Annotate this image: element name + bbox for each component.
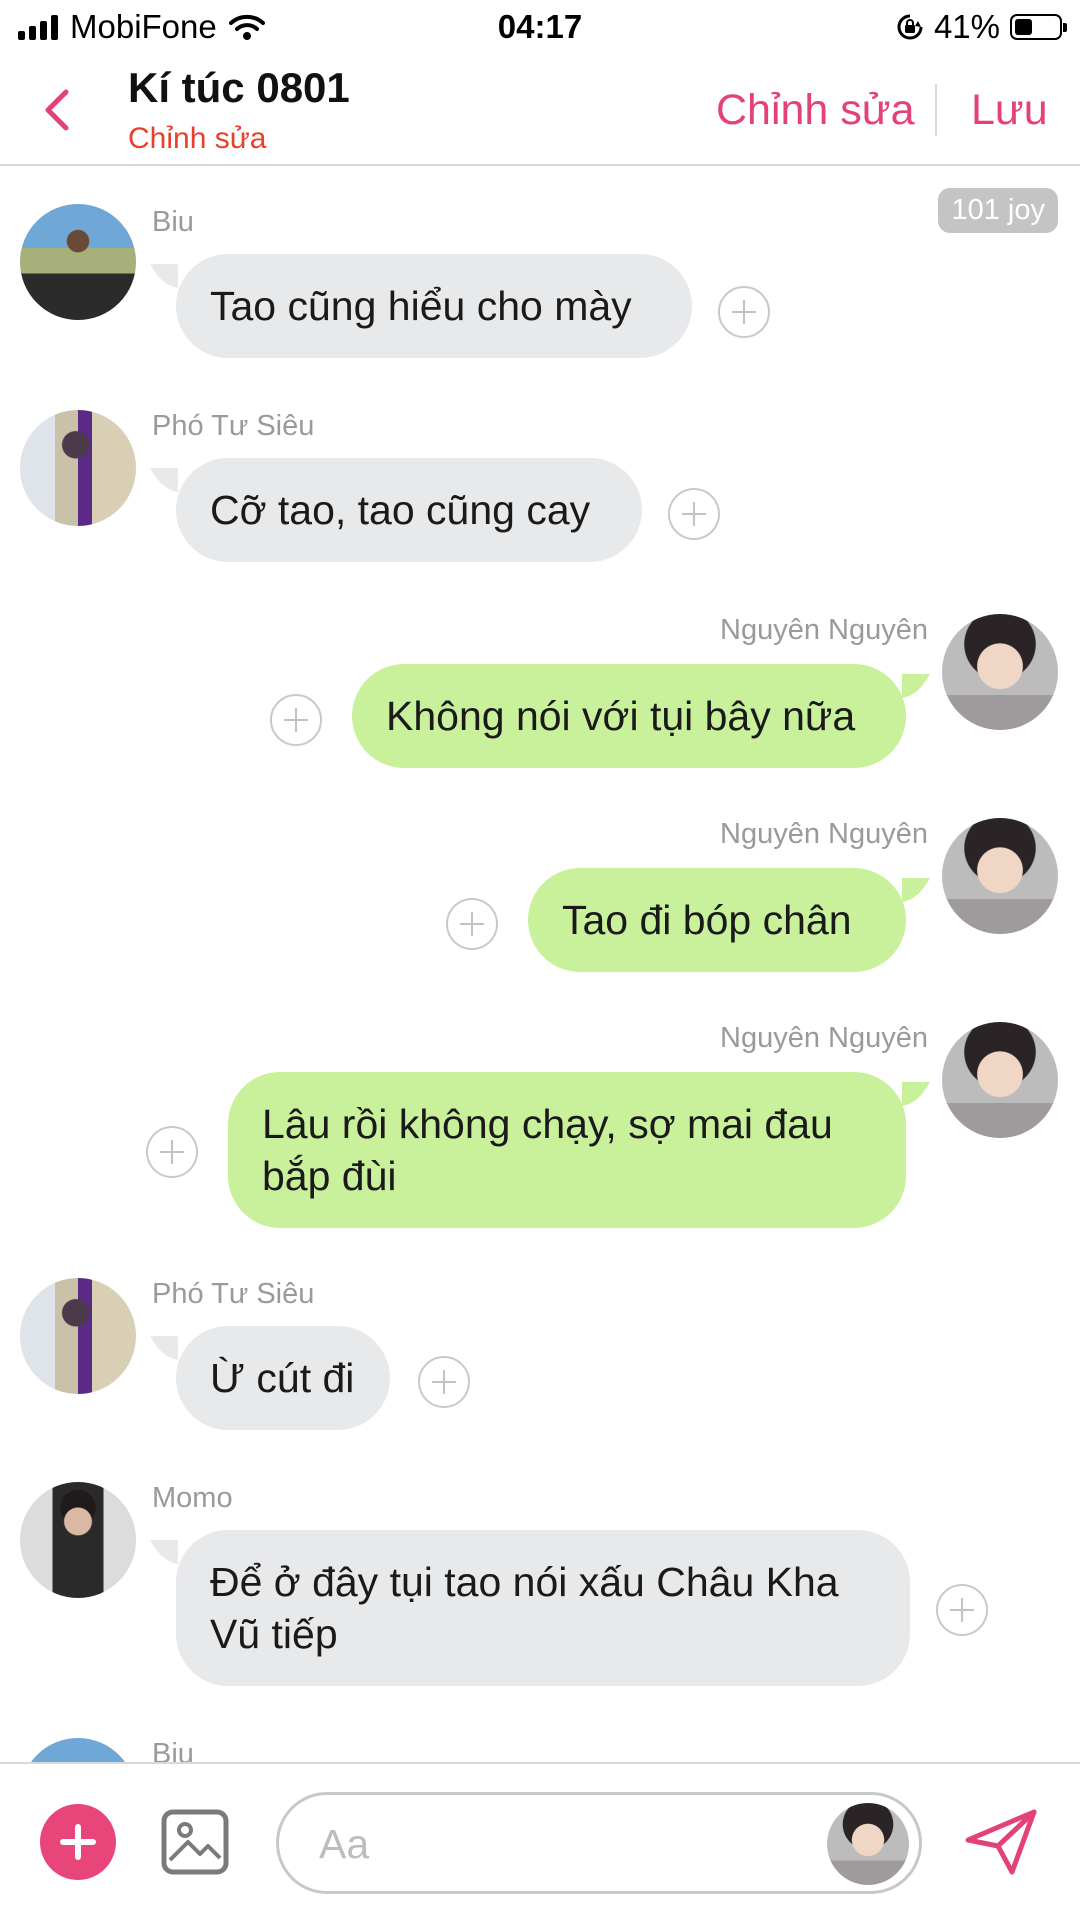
status-bar: MobiFone 04:17 41%	[0, 0, 1080, 56]
sender-name: Momo	[152, 1482, 233, 1514]
chat-subtitle[interactable]: Chỉnh sửa	[128, 122, 267, 156]
chat-header: Kí túc 0801 Chỉnh sửa Chỉnh sửa Lưu	[0, 56, 1080, 166]
image-icon[interactable]	[160, 1808, 230, 1876]
send-icon[interactable]	[964, 1808, 1038, 1876]
battery-icon	[1010, 14, 1067, 40]
composer-bar	[0, 1762, 1080, 1920]
rotation-lock-icon	[897, 14, 923, 40]
sender-name: Biu	[152, 206, 194, 238]
message-bubble[interactable]: Tao đi bóp chân	[528, 868, 906, 972]
sender-name: Biu	[152, 1738, 194, 1762]
bubble-tail	[150, 468, 178, 492]
react-plus-button[interactable]	[718, 286, 770, 338]
sender-name: Phó Tư Siêu	[152, 1278, 315, 1310]
react-plus-button[interactable]	[668, 488, 720, 540]
bubble-tail	[150, 1540, 178, 1564]
status-right: 41%	[896, 8, 1067, 46]
avatar[interactable]	[20, 204, 136, 320]
message-input-field[interactable]	[276, 1792, 922, 1894]
message-input[interactable]	[317, 1817, 781, 1871]
avatar[interactable]	[20, 1738, 136, 1762]
sender-name: Nguyên Nguyên	[720, 818, 928, 850]
header-divider	[935, 84, 937, 136]
bubble-tail	[902, 1082, 930, 1106]
avatar[interactable]	[942, 818, 1058, 934]
back-chevron-icon[interactable]	[34, 80, 84, 140]
react-plus-button[interactable]	[270, 694, 322, 746]
joy-badge: 101 joy	[938, 188, 1058, 233]
avatar[interactable]	[20, 1278, 136, 1394]
react-plus-button[interactable]	[936, 1584, 988, 1636]
avatar[interactable]	[20, 410, 136, 526]
chat-title: Kí túc 0801	[128, 64, 350, 111]
bubble-tail	[902, 674, 930, 698]
save-button[interactable]: Lưu	[971, 86, 1048, 135]
react-plus-button[interactable]	[418, 1356, 470, 1408]
sender-name: Phó Tư Siêu	[152, 410, 315, 442]
edit-button[interactable]: Chỉnh sửa	[716, 86, 915, 135]
bubble-tail	[150, 1336, 178, 1360]
message-bubble[interactable]: Ừ cút đi	[176, 1326, 390, 1430]
bubble-tail	[150, 264, 178, 288]
avatar[interactable]	[20, 1482, 136, 1598]
message-bubble[interactable]: Không nói với tụi bây nữa	[352, 664, 906, 768]
react-plus-button[interactable]	[146, 1126, 198, 1178]
battery-percent: 41%	[933, 8, 1000, 45]
message-bubble[interactable]: Cỡ tao, tao cũng cay	[176, 458, 642, 562]
message-bubble[interactable]: Tao cũng hiểu cho mày	[176, 254, 692, 358]
bubble-tail	[902, 878, 930, 902]
react-plus-button[interactable]	[446, 898, 498, 950]
add-button[interactable]	[40, 1804, 116, 1880]
avatar[interactable]	[827, 1803, 909, 1885]
chat-area[interactable]: 101 joy Biu Tao cũng hiểu cho mày Phó Tư…	[0, 166, 1080, 1762]
sender-name: Nguyên Nguyên	[720, 614, 928, 646]
sender-name: Nguyên Nguyên	[720, 1022, 928, 1054]
message-bubble[interactable]: Để ở đây tụi tao nói xấu Châu Kha Vũ tiế…	[176, 1530, 910, 1686]
avatar[interactable]	[942, 614, 1058, 730]
avatar[interactable]	[942, 1022, 1058, 1138]
message-bubble[interactable]: Lâu rồi không chạy, sợ mai đau bắp đùi	[228, 1072, 906, 1228]
